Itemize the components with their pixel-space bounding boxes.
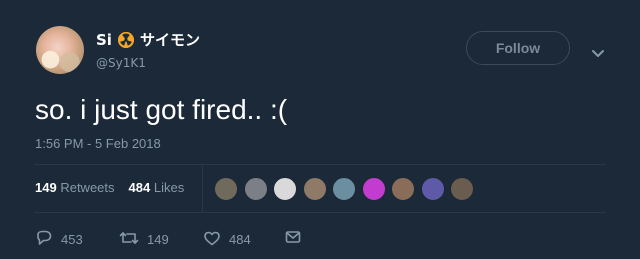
liker-avatar-9[interactable] <box>450 177 474 201</box>
direct-message-action[interactable] <box>285 230 301 247</box>
retweet-icon <box>119 230 139 249</box>
like-action[interactable]: 484 <box>203 230 251 249</box>
liker-avatar-8[interactable] <box>420 177 445 201</box>
author-name-suffix: サイモン <box>139 31 200 49</box>
retweet-label: Retweets <box>60 180 115 195</box>
liker-avatar-5[interactable] <box>332 177 356 201</box>
radioactive-icon <box>117 31 134 48</box>
liker-avatar-2[interactable] <box>243 177 268 201</box>
tweet-text: so. i just got fired.. :( <box>35 94 288 125</box>
author-avatar[interactable] <box>36 26 84 74</box>
retweet-action-count: 149 <box>147 232 169 247</box>
like-action-count: 484 <box>229 232 251 247</box>
tweet-actions: 453 149 484 <box>35 230 335 250</box>
liker-avatar-1[interactable] <box>214 177 238 201</box>
divider-bottom <box>34 212 606 213</box>
liker-avatar-4[interactable] <box>302 177 327 201</box>
follow-button[interactable]: Follow <box>466 31 570 65</box>
author-name-row[interactable]: Si サイモン <box>96 29 200 50</box>
tweet-stats: 149 Retweets 484 Likes <box>35 180 184 195</box>
author-display-name[interactable]: Si <box>96 31 112 49</box>
liker-avatar-7[interactable] <box>391 177 415 201</box>
liker-avatar-3[interactable] <box>273 177 297 201</box>
reply-action[interactable]: 453 <box>35 230 83 249</box>
divider-top <box>34 164 606 165</box>
tweet-timestamp[interactable]: 1:56 PM - 5 Feb 2018 <box>35 136 161 151</box>
like-label: Likes <box>153 180 185 195</box>
reply-count: 453 <box>61 232 83 247</box>
reply-icon <box>35 230 53 249</box>
retweet-count: 149 <box>35 180 57 195</box>
heart-icon <box>203 230 221 249</box>
like-stat[interactable]: 484 Likes <box>129 180 185 195</box>
envelope-icon <box>285 230 301 247</box>
chevron-down-icon[interactable] <box>591 44 605 63</box>
stats-separator <box>202 166 203 212</box>
like-count: 484 <box>128 180 151 195</box>
retweet-stat[interactable]: 149 Retweets <box>35 180 115 195</box>
author-handle[interactable]: @Sy1K1 <box>96 56 146 70</box>
liker-avatar-6[interactable] <box>361 177 386 201</box>
retweet-action[interactable]: 149 <box>119 230 169 249</box>
